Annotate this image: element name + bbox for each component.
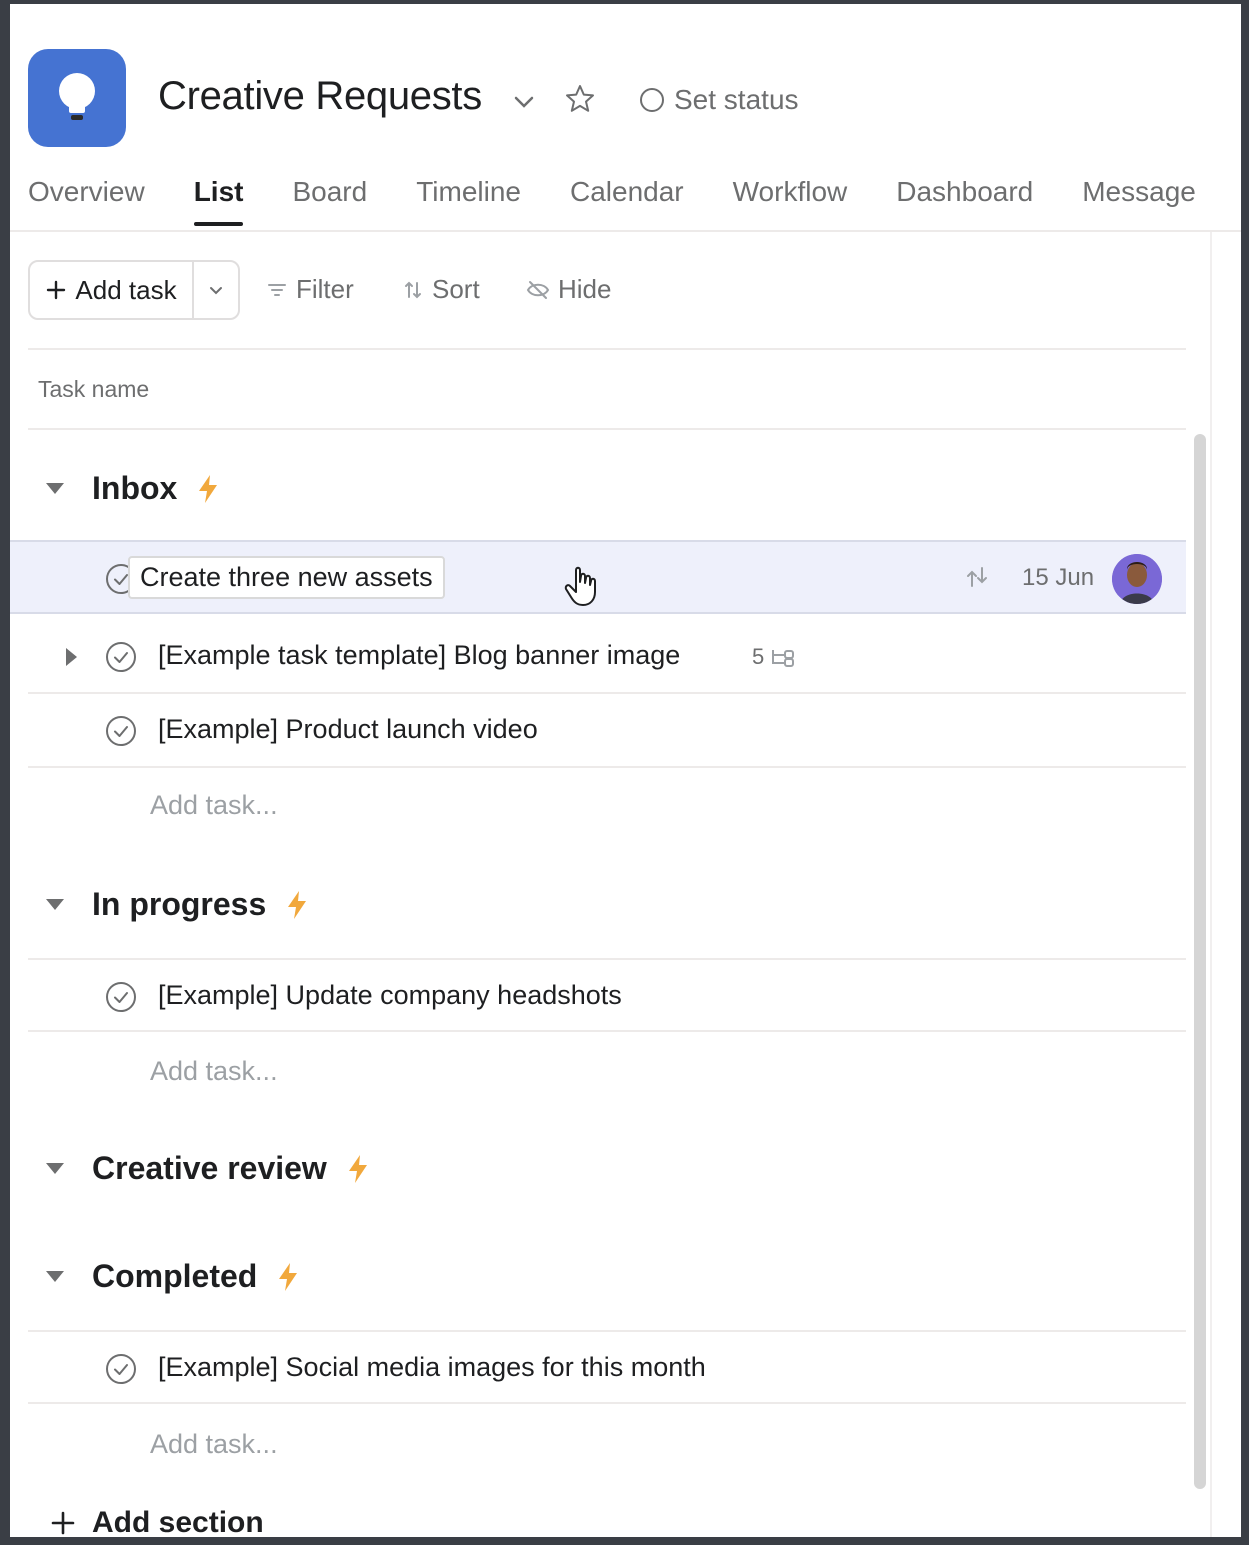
subtask-count[interactable]: 5 [752, 644, 796, 670]
tab-board[interactable]: Board [292, 172, 367, 222]
plus-icon [47, 280, 66, 300]
project-tabs: Overview List Board Timeline Calendar Wo… [28, 172, 1241, 232]
tab-overview[interactable]: Overview [28, 172, 145, 222]
user-avatar-icon [1112, 554, 1162, 604]
hand-cursor-icon [564, 566, 596, 606]
eye-slash-icon [526, 280, 550, 299]
add-task-button[interactable]: Add task [30, 262, 194, 318]
add-task-split-button: Add task [28, 260, 240, 320]
tab-messages[interactable]: Message [1082, 172, 1196, 222]
dependency-icon[interactable] [962, 562, 992, 592]
collapse-triangle-icon[interactable] [46, 1271, 64, 1282]
sort-button[interactable]: Sort [402, 274, 480, 305]
table-row[interactable]: [Example task template] Blog banner imag… [28, 620, 1186, 694]
checkmark-circle-icon[interactable] [104, 640, 138, 674]
add-task-dropdown[interactable] [194, 262, 238, 318]
column-header-task-name[interactable]: Task name [38, 376, 149, 403]
project-icon[interactable] [28, 49, 126, 147]
tab-timeline[interactable]: Timeline [416, 172, 521, 222]
add-task-inline[interactable]: Add task... [150, 790, 278, 821]
tabs-divider [10, 230, 1241, 232]
tab-calendar[interactable]: Calendar [570, 172, 684, 222]
section-title: Completed [92, 1258, 258, 1294]
subtask-icon [772, 650, 795, 667]
checkmark-circle-icon[interactable] [104, 714, 138, 748]
hide-label: Hide [558, 274, 612, 304]
project-title: Creative Requests [158, 74, 482, 118]
section-title: In progress [92, 886, 267, 922]
tab-dashboard[interactable]: Dashboard [896, 172, 1033, 222]
hide-button[interactable]: Hide [526, 274, 611, 305]
list-scrollbar[interactable] [1194, 434, 1206, 1489]
star-icon[interactable] [563, 82, 597, 116]
add-section-button[interactable]: Add section [50, 1506, 264, 1537]
section-title: Inbox [92, 470, 178, 506]
plus-icon [51, 1511, 75, 1535]
add-task-inline[interactable]: Add task... [150, 1429, 278, 1460]
expand-triangle-icon[interactable] [66, 648, 77, 666]
pane-divider [1210, 232, 1212, 1537]
sort-label: Sort [432, 274, 480, 304]
checkmark-circle-icon[interactable] [104, 980, 138, 1014]
table-row[interactable]: [Example] Social media images for this m… [28, 1330, 1186, 1404]
subtask-count-value: 5 [752, 644, 765, 669]
section-inbox[interactable]: Inbox [46, 470, 221, 507]
chevron-down-icon[interactable] [510, 88, 538, 116]
collapse-triangle-icon[interactable] [46, 483, 64, 494]
lightning-icon[interactable] [195, 473, 221, 505]
table-row[interactable]: [Example] Product launch video [28, 694, 1186, 768]
lightning-icon[interactable] [275, 1261, 301, 1293]
section-creative-review[interactable]: Creative review [46, 1150, 371, 1187]
task-name[interactable]: [Example] Social media images for this m… [158, 1352, 706, 1383]
app-window: Creative Requests Set status Overview Li… [10, 4, 1241, 1537]
task-name[interactable]: [Example] Product launch video [158, 714, 538, 745]
due-date[interactable]: 15 Jun [1022, 564, 1094, 592]
section-title: Creative review [92, 1150, 327, 1186]
sort-icon [405, 281, 421, 298]
column-header-row: Task name [28, 348, 1186, 430]
task-name[interactable]: [Example task template] Blog banner imag… [158, 640, 680, 671]
tab-workflow[interactable]: Workflow [733, 172, 848, 222]
chevron-down-icon [210, 287, 222, 295]
tab-list[interactable]: List [193, 172, 243, 226]
avatar[interactable] [1112, 554, 1162, 604]
lightning-icon[interactable] [345, 1153, 371, 1185]
filter-label: Filter [296, 274, 354, 304]
task-name-field[interactable]: Create three new assets [128, 556, 445, 599]
section-completed[interactable]: Completed [46, 1258, 301, 1295]
set-status-label: Set status [674, 84, 799, 115]
add-section-label: Add section [92, 1506, 264, 1537]
add-task-inline[interactable]: Add task... [150, 1056, 278, 1087]
collapse-triangle-icon[interactable] [46, 899, 64, 910]
status-circle-icon [640, 88, 664, 112]
filter-button[interactable]: Filter [266, 274, 354, 305]
table-row[interactable]: [Example] Update company headshots [28, 958, 1186, 1032]
lightbulb-icon [59, 73, 95, 120]
add-task-label: Add task [75, 274, 177, 305]
task-name[interactable]: [Example] Update company headshots [158, 980, 622, 1011]
section-in-progress[interactable]: In progress [46, 886, 310, 923]
set-status-button[interactable]: Set status [640, 82, 799, 118]
collapse-triangle-icon[interactable] [46, 1163, 64, 1174]
lightning-icon[interactable] [284, 889, 310, 921]
checkmark-circle-icon[interactable] [104, 1352, 138, 1386]
filter-icon [268, 283, 286, 296]
